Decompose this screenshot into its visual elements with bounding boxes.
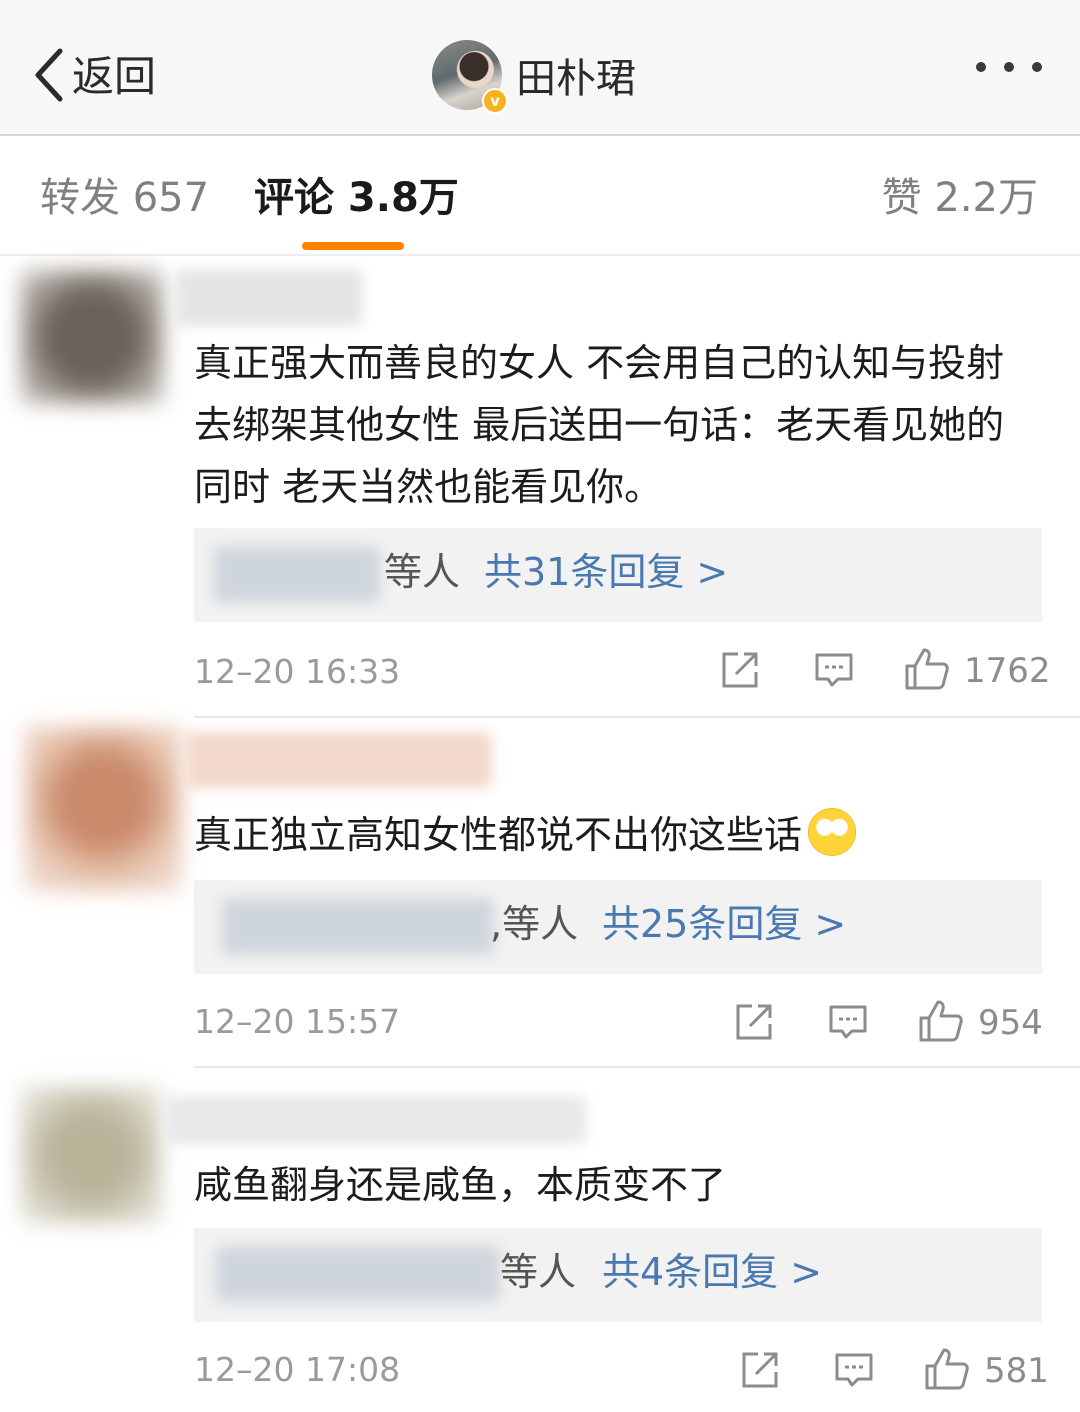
rolling-eyes-emoji-icon [808,808,857,856]
reply-users-blurred [216,1246,500,1302]
reply-users-blurred [214,546,380,602]
like-button[interactable]: 954 [918,998,1043,1048]
commenter-name-blurred[interactable] [186,732,492,788]
share-icon[interactable] [740,1350,780,1394]
back-button[interactable]: 返回 [30,42,156,112]
thumbs-up-icon [904,646,950,696]
top-bar: 返回 v 田朴珺 [0,0,1080,136]
commenter-avatar[interactable] [20,1086,162,1224]
tab-likes[interactable]: 赞 2.2万 [882,174,1038,222]
comment-timestamp: 12–20 17:08 [194,1350,401,1389]
like-button[interactable]: 581 [924,1346,1049,1396]
profile-header[interactable]: v 田朴珺 [432,40,636,114]
like-count: 1762 [964,651,1051,691]
dot [1032,62,1042,72]
chevron-left-icon [30,47,66,107]
comment-text: 真正独立高知女性都说不出你这些话 [194,804,1034,866]
reply-suffix: ,等人 [490,902,579,946]
comment-timestamp: 12–20 15:57 [194,1002,401,1041]
comment-icon[interactable] [834,1350,874,1394]
comment-icon[interactable] [814,650,854,694]
like-count: 581 [984,1351,1049,1391]
view-replies-link[interactable]: 共25条回复 > [602,902,846,948]
comment-text: 真正强大而善良的女人 不会用自己的认知与投射去绑架其他女性 最后送田一句话：老天… [194,341,1005,509]
dot [1004,62,1014,72]
comment-item: 真正强大而善良的女人 不会用自己的认知与投射去绑架其他女性 最后送田一句话：老天… [0,262,1080,718]
tab-bar: 转发 657 评论 3.8万 赞 2.2万 [0,138,1080,256]
comment-timestamp: 12–20 16:33 [194,652,401,691]
reply-suffix: 等人 [500,1250,577,1294]
back-label: 返回 [72,52,157,101]
commenter-avatar[interactable] [24,726,182,892]
commenter-avatar[interactable] [20,270,164,404]
reply-users-blurred [222,898,494,954]
view-replies-link[interactable]: 共4条回复 > [602,1250,822,1296]
tab-comments[interactable]: 评论 3.8万 [254,174,459,222]
comment-item: 真正独立高知女性都说不出你这些话 ,等人 共25条回复 > 12–20 15:5… [0,718,1080,1068]
comment-item: 咸鱼翻身还是咸鱼，本质变不了 等人 共4条回复 > 12–20 17:08 58… [0,1068,1080,1412]
commenter-name-blurred[interactable] [166,1096,586,1144]
reply-preview[interactable]: ,等人 共25条回复 > [194,880,1042,974]
view-replies-link[interactable]: 共31条回复 > [484,550,728,596]
dot [976,62,986,72]
comment-text-body: 真正独立高知女性都说不出你这些话 [194,813,803,857]
thumbs-up-icon [918,998,964,1048]
like-count: 954 [978,1003,1043,1043]
commenter-name-blurred[interactable] [176,270,362,326]
profile-name[interactable]: 田朴珺 [516,46,636,104]
comment-text: 咸鱼翻身还是咸鱼，本质变不了 [194,1163,727,1207]
like-button[interactable]: 1762 [904,646,1051,696]
share-icon[interactable] [734,1002,774,1046]
thumbs-up-icon [924,1346,970,1396]
tab-reposts[interactable]: 转发 657 [40,174,209,222]
more-dots-icon[interactable] [976,62,1042,72]
reply-preview[interactable]: 等人 共31条回复 > [194,528,1042,622]
active-tab-indicator [302,242,404,250]
reply-suffix: 等人 [384,550,461,594]
reply-preview[interactable]: 等人 共4条回复 > [194,1228,1042,1322]
comment-icon[interactable] [828,1002,868,1046]
verified-badge-icon: v [482,88,508,114]
avatar[interactable]: v [432,40,508,114]
share-icon[interactable] [720,650,760,694]
